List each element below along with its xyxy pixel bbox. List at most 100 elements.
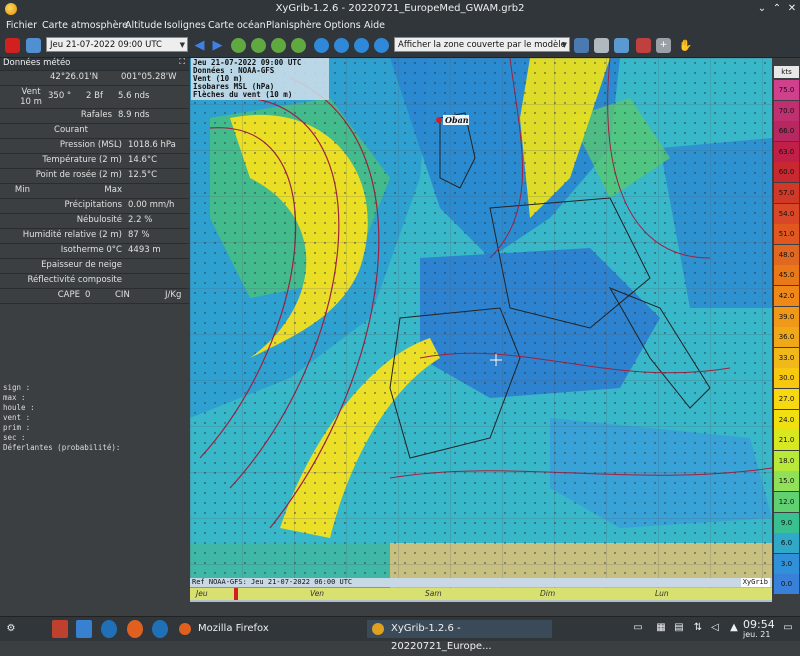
legend-swatch: 6.0 bbox=[774, 533, 799, 554]
precipitation-value: 0.00 mm/h bbox=[128, 200, 175, 210]
next-icon[interactable]: ▶ bbox=[210, 38, 225, 53]
legend-swatch: 21.0 bbox=[774, 430, 799, 451]
browser-icon[interactable] bbox=[101, 620, 117, 638]
arrow-right-icon[interactable] bbox=[334, 38, 349, 53]
legend-swatch: 48.0 bbox=[774, 244, 799, 265]
network-icon[interactable]: ⇅ bbox=[692, 622, 704, 634]
humidity-row: Humidité relative (2 m) 87 % bbox=[0, 228, 189, 243]
min-label: Min bbox=[14, 185, 30, 195]
pressure-value: 1018.6 hPa bbox=[128, 140, 176, 150]
map-canvas: Oban bbox=[190, 58, 772, 588]
legend-swatch: 12.0 bbox=[774, 492, 799, 512]
panel-title: Données météo bbox=[3, 58, 71, 68]
cape-label: CAPE bbox=[57, 290, 80, 300]
zone-select[interactable]: Afficher la zone couverte par le modèle ▼ bbox=[394, 37, 570, 52]
brand-label: XyGrib bbox=[740, 578, 770, 587]
undock-icon[interactable]: ⛶ bbox=[179, 57, 185, 67]
time-slider-handle[interactable] bbox=[234, 588, 238, 600]
open-file-icon[interactable] bbox=[26, 38, 41, 53]
crosshair-icon[interactable]: + bbox=[656, 38, 671, 53]
boat-icon[interactable] bbox=[614, 38, 629, 53]
timeline-day-sam: Sam bbox=[425, 589, 442, 598]
clipboard-icon[interactable]: ▭ bbox=[632, 622, 644, 634]
weather-map[interactable]: Oban bbox=[190, 58, 772, 588]
minimize-icon[interactable]: ⌄ bbox=[756, 3, 768, 15]
settings-icon[interactable] bbox=[594, 38, 609, 53]
legend-swatch: 30.0 bbox=[774, 368, 799, 389]
hand-icon[interactable]: ✋ bbox=[678, 38, 693, 53]
legend-swatch: 36.0 bbox=[774, 327, 799, 348]
legend-swatch: 42.0 bbox=[774, 286, 799, 306]
download-icon[interactable] bbox=[574, 38, 589, 53]
date-select[interactable]: Jeu 21-07-2022 09:00 UTC ▼ bbox=[46, 37, 188, 52]
arrow-left-icon[interactable] bbox=[314, 38, 329, 53]
zoom-area-icon[interactable] bbox=[271, 38, 286, 53]
timeline-day-dim: Dim bbox=[540, 589, 556, 598]
dewpoint-label: Point de rosée (2 m) bbox=[35, 170, 122, 180]
firefox-launcher-icon[interactable] bbox=[127, 620, 143, 638]
zoom-fit-icon[interactable] bbox=[291, 38, 306, 53]
temperature-value: 14.6°C bbox=[128, 155, 158, 165]
menu-isolignes[interactable]: Isolignes bbox=[164, 20, 206, 31]
power-icon[interactable] bbox=[5, 38, 20, 53]
volume-icon[interactable]: ◁ bbox=[709, 622, 721, 634]
menu-planisphere[interactable]: Planisphère bbox=[266, 20, 321, 31]
city-marker-icon[interactable] bbox=[436, 117, 442, 123]
legend-swatch: 66.0 bbox=[774, 121, 799, 142]
files-app-icon[interactable] bbox=[52, 620, 68, 638]
wind-row: Vent 10 m 350 ° 2 Bf 5.6 nds bbox=[0, 85, 189, 108]
menu-carte-ocean[interactable]: Carte océan bbox=[208, 20, 266, 31]
file-manager-icon[interactable] bbox=[76, 620, 92, 638]
close-icon[interactable]: ✕ bbox=[786, 3, 798, 15]
previous-icon[interactable]: ◀ bbox=[192, 38, 207, 53]
tray-expand-icon[interactable]: ▲ bbox=[728, 622, 740, 634]
legend-swatch: 75.0 bbox=[774, 80, 799, 100]
zoom-in-icon[interactable] bbox=[231, 38, 246, 53]
time-slider[interactable]: Jeu Ven Sam Dim Lun bbox=[190, 588, 772, 602]
isotherm-row: Isotherme 0°C 4493 m bbox=[0, 243, 189, 258]
coordinates-row: 42°26.01'N 001°05.28'W bbox=[0, 70, 189, 85]
maximize-icon[interactable]: ⌃ bbox=[771, 3, 783, 15]
measure-icon[interactable] bbox=[636, 38, 651, 53]
toolbar: Jeu 21-07-2022 09:00 UTC ▼ ◀ ▶ Afficher l… bbox=[0, 34, 800, 58]
cloud-label: Nébulosité bbox=[76, 215, 122, 225]
panel-header: Données météo ⛶ bbox=[0, 57, 189, 70]
taskbar: ⚙ Mozilla Firefox XyGrib-1.2.6 - 2022072… bbox=[0, 616, 800, 652]
snow-label: Epaisseur de neige bbox=[41, 260, 122, 270]
keyboard-icon[interactable]: ▦ bbox=[655, 622, 667, 634]
max-label: Max bbox=[104, 185, 122, 195]
menu-aide[interactable]: Aide bbox=[364, 20, 385, 31]
taskbar-firefox[interactable]: Mozilla Firefox bbox=[176, 620, 361, 638]
browser2-icon[interactable] bbox=[152, 620, 168, 638]
precipitation-label: Précipitations bbox=[64, 200, 122, 210]
longitude: 001°05.28'W bbox=[121, 72, 177, 82]
chevron-down-icon: ▼ bbox=[179, 41, 185, 49]
legend-swatch: 15.0 bbox=[774, 471, 799, 492]
zoom-out-icon[interactable] bbox=[251, 38, 266, 53]
temperature-label: Température (2 m) bbox=[42, 155, 122, 165]
legend-swatch: 9.0 bbox=[774, 512, 799, 533]
gust-label: Rafales bbox=[80, 110, 112, 120]
cloud-row: Nébulosité 2.2 % bbox=[0, 213, 189, 228]
precipitation-row: Précipitations 0.00 mm/h bbox=[0, 198, 189, 213]
printer-icon[interactable]: ▤ bbox=[673, 622, 685, 634]
map-info-overlay: Jeu 21-07-2022 09:00 UTC Données : NOAA-… bbox=[191, 58, 329, 100]
menu-fichier[interactable]: Fichier bbox=[6, 20, 37, 31]
clock-date[interactable]: jeu. 21 bbox=[743, 630, 770, 639]
firefox-icon bbox=[179, 623, 191, 635]
reflectivity-row: Réflectivité composite bbox=[0, 273, 189, 288]
arrow-down-icon[interactable] bbox=[374, 38, 389, 53]
menu-altitude[interactable]: Altitude bbox=[125, 20, 162, 31]
ref-text: Ref NOAA-GFS: Jeu 21-07-2022 06:00 UTC bbox=[192, 578, 353, 586]
arrow-up-icon[interactable] bbox=[354, 38, 369, 53]
show-desktop-icon[interactable]: ▭ bbox=[782, 622, 794, 634]
current-label: Courant bbox=[54, 125, 88, 135]
humidity-label: Humidité relative (2 m) bbox=[22, 230, 122, 240]
menu-options[interactable]: Options bbox=[324, 20, 361, 31]
menu-carte-atmosphere[interactable]: Carte atmosphère bbox=[42, 20, 128, 31]
taskbar-xygrib[interactable]: XyGrib-1.2.6 - 20220721_Europe... bbox=[367, 620, 552, 652]
legend-swatch: 18.0 bbox=[774, 450, 799, 471]
taskbar-xygrib-label: XyGrib-1.2.6 - 20220721_Europe... bbox=[391, 623, 492, 652]
empty-row bbox=[0, 303, 189, 318]
app-launcher-icon[interactable]: ⚙ bbox=[4, 620, 18, 638]
